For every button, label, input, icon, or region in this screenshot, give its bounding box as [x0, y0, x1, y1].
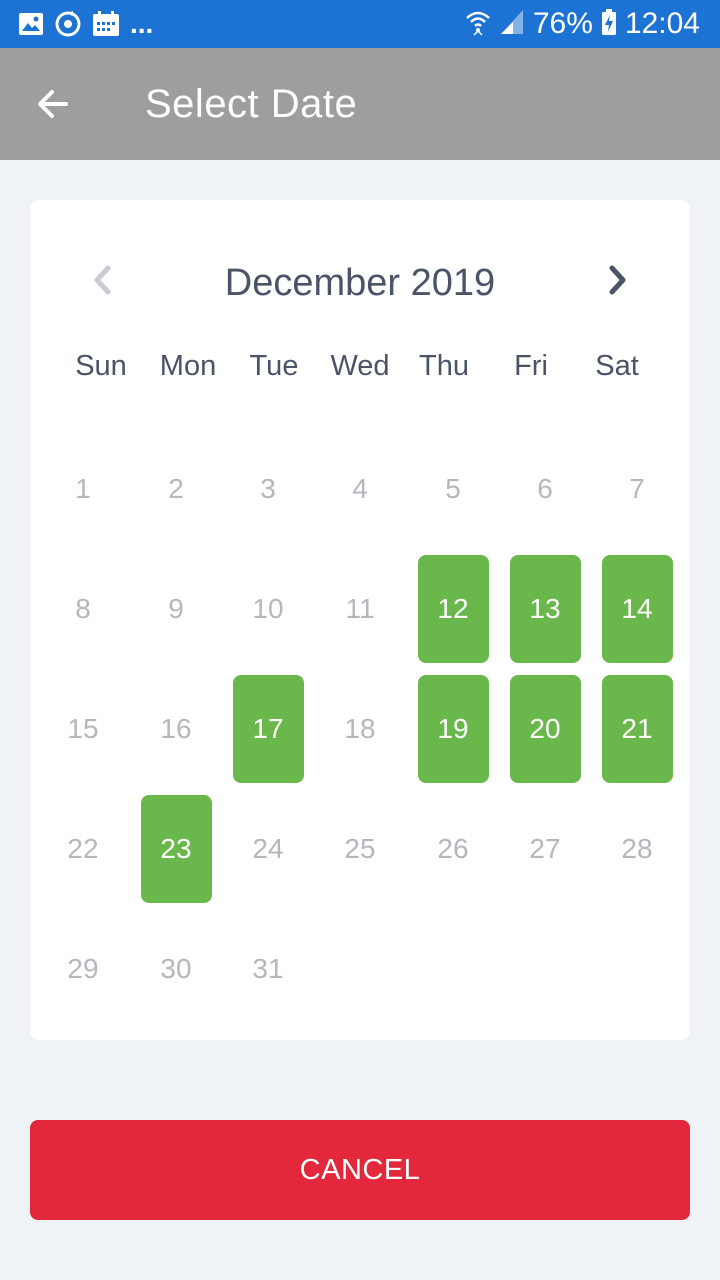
day-cell: 29 — [67, 953, 99, 984]
day-cell: 1 — [75, 473, 91, 504]
wifi-icon — [465, 8, 491, 41]
day-cell-available[interactable]: 13 — [509, 555, 581, 663]
day-cell-available[interactable]: 23 — [140, 795, 212, 903]
day-cell: 24 — [252, 833, 284, 864]
status-right: 76% 12:04 — [465, 6, 700, 42]
day-cell: 30 — [160, 953, 192, 984]
battery-charging-icon — [601, 8, 617, 41]
day-cell-available[interactable]: 14 — [601, 555, 673, 663]
day-cell: 9 — [168, 593, 184, 624]
sync-icon — [54, 10, 82, 43]
day-cell-available[interactable]: 17 — [232, 675, 304, 783]
weekday-sun: Sun — [75, 350, 127, 382]
day-cell: 4 — [352, 473, 368, 504]
day-cell-available[interactable]: 20 — [509, 675, 581, 783]
chevron-right-icon — [602, 265, 632, 302]
image-icon — [18, 11, 44, 42]
status-time: 12:04 — [624, 7, 700, 40]
back-button[interactable] — [30, 82, 80, 126]
weekday-thu: Thu — [419, 350, 469, 382]
weekday-tue: Tue — [249, 350, 299, 382]
weekday-fri: Fri — [514, 350, 548, 382]
day-cell: 10 — [252, 593, 284, 624]
status-overflow: ... — [130, 7, 154, 39]
day-cell: 15 — [67, 713, 99, 744]
day-cell-available[interactable]: 21 — [601, 675, 673, 783]
calendar-card: December 2019 Sun Mon Tue Wed Thu Fri Sa… — [30, 200, 690, 1040]
day-cell: 7 — [629, 473, 645, 504]
calendar-icon — [92, 10, 120, 43]
status-left: ... — [18, 7, 154, 43]
day-cell: 28 — [621, 833, 653, 864]
weekday-mon: Mon — [159, 350, 217, 382]
day-cell: 26 — [437, 833, 469, 864]
weekday-sat: Sat — [595, 350, 639, 382]
weekday-wed: Wed — [330, 350, 390, 382]
day-cell-available[interactable]: 19 — [417, 675, 489, 783]
day-cell: 18 — [344, 713, 376, 744]
day-cell: 5 — [445, 473, 461, 504]
day-cell: 31 — [252, 953, 284, 984]
month-title: December 2019 — [224, 262, 496, 304]
signal-icon — [499, 8, 525, 41]
day-cell: 3 — [260, 473, 276, 504]
next-month-button[interactable] — [602, 262, 632, 298]
day-cell: 27 — [529, 833, 561, 864]
day-cell: 25 — [344, 833, 376, 864]
day-cell-available[interactable]: 12 — [417, 555, 489, 663]
page-title: Select Date — [145, 82, 358, 126]
day-cell: 6 — [537, 473, 553, 504]
day-cell: 16 — [160, 713, 192, 744]
battery-percent: 76% — [532, 7, 593, 40]
app-bar: Select Date — [0, 48, 720, 160]
day-cell: 2 — [168, 473, 184, 504]
status-bar: ... 76% 12:04 — [0, 0, 720, 48]
cancel-button[interactable]: CANCEL — [30, 1120, 690, 1220]
day-cell: 8 — [75, 593, 91, 624]
day-cell: 11 — [345, 593, 375, 624]
day-cell: 22 — [67, 833, 99, 864]
arrow-left-icon — [30, 90, 80, 130]
